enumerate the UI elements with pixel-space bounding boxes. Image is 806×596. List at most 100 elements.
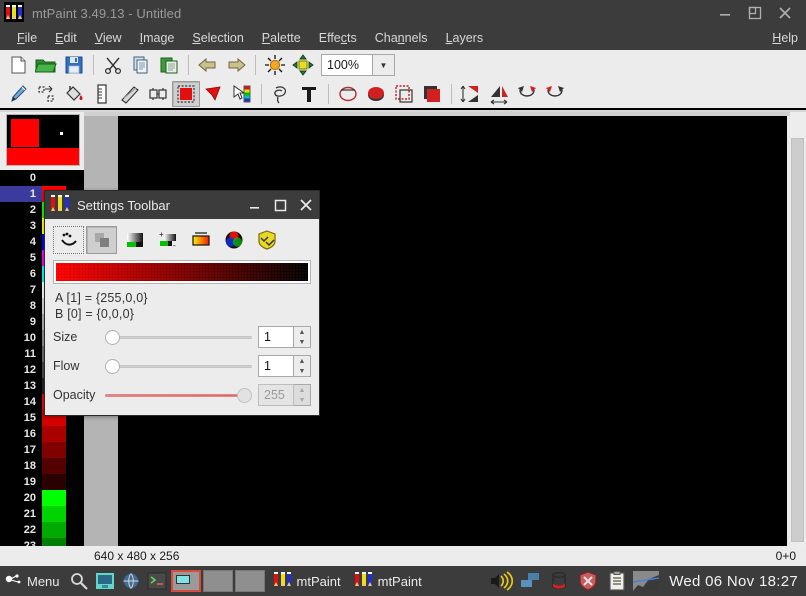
palette-swatch[interactable]	[42, 442, 66, 458]
canvas-vertical-scrollbar[interactable]	[790, 112, 806, 546]
palette-swatch[interactable]	[42, 170, 66, 186]
flood-fill-icon[interactable]	[60, 81, 88, 107]
continuous-mode-icon[interactable]	[53, 226, 84, 254]
shuffle-icon[interactable]	[32, 81, 60, 107]
chevron-down-icon[interactable]: ▼	[373, 54, 395, 76]
menu-file[interactable]: File	[8, 29, 46, 47]
flow-slider-knob[interactable]	[105, 359, 120, 374]
gradient-preview[interactable]	[53, 260, 311, 284]
gradient-place-icon[interactable]: + -	[152, 226, 183, 254]
size-value[interactable]: 1	[258, 326, 294, 348]
cut-scissors-icon[interactable]	[99, 52, 127, 78]
palette-entry[interactable]: 19	[0, 474, 84, 490]
gradient-bar-icon[interactable]	[185, 226, 216, 254]
gradient-mode-icon[interactable]	[119, 226, 150, 254]
scrollbar-thumb[interactable]	[791, 138, 804, 542]
rotate-anticlockwise-icon[interactable]	[541, 81, 569, 107]
desktop-2[interactable]	[202, 570, 233, 592]
outline-selection-icon[interactable]	[390, 81, 418, 107]
polygon-selection-icon[interactable]	[200, 81, 228, 107]
size-spin-arrows[interactable]: ▲ ▼	[294, 326, 311, 348]
palette-entry[interactable]: 20	[0, 490, 84, 506]
spin-up-icon[interactable]: ▲	[299, 329, 306, 336]
spin-down-icon[interactable]: ▼	[299, 368, 306, 375]
brightness-sun-icon[interactable]	[261, 52, 289, 78]
globe-browser-icon[interactable]	[118, 568, 144, 594]
pan-move-icon[interactable]	[289, 52, 317, 78]
volume-speaker-icon[interactable]	[488, 568, 514, 594]
minimize-button[interactable]	[241, 191, 267, 219]
search-icon[interactable]	[66, 568, 92, 594]
system-monitor-graph-icon[interactable]	[633, 568, 660, 594]
flow-slider[interactable]	[105, 355, 252, 377]
ellipse-filled-icon[interactable]	[362, 81, 390, 107]
clipboard-icon[interactable]	[604, 568, 630, 594]
opacity-slider[interactable]	[105, 384, 252, 406]
flow-spinner[interactable]: 1 ▲ ▼	[258, 355, 311, 377]
menu-layers[interactable]: Layers	[437, 29, 493, 47]
close-button[interactable]	[770, 0, 800, 26]
menu-image[interactable]: Image	[131, 29, 184, 47]
settings-toolbar-dialog[interactable]: Settings Toolbar + - A [1] = {255,0,0} B…	[44, 190, 320, 416]
spin-down-icon[interactable]: ▼	[299, 339, 306, 346]
palette-entry[interactable]: 22	[0, 522, 84, 538]
taskbar-window-mtpaint-2[interactable]: mtPaint	[349, 568, 428, 594]
opacity-slider-knob[interactable]	[237, 388, 252, 403]
smudge-icon[interactable]	[116, 81, 144, 107]
menu-edit[interactable]: Edit	[46, 29, 86, 47]
menu-view[interactable]: View	[86, 29, 131, 47]
size-slider[interactable]	[105, 326, 252, 348]
ellipse-outline-icon[interactable]	[334, 81, 362, 107]
palette-swatch[interactable]	[42, 458, 66, 474]
colour-preview[interactable]	[6, 114, 80, 166]
disk-usage-icon[interactable]	[546, 568, 572, 594]
redo-arrow-icon[interactable]	[222, 52, 250, 78]
start-menu-button[interactable]: Menu	[0, 571, 66, 592]
new-icon[interactable]	[4, 52, 32, 78]
palette-swatch[interactable]	[42, 522, 66, 538]
lasso-icon[interactable]	[267, 81, 295, 107]
spin-up-icon[interactable]: ▲	[299, 358, 306, 365]
rotate-clockwise-icon[interactable]	[513, 81, 541, 107]
palette-swatch[interactable]	[42, 538, 66, 546]
flip-vertical-icon[interactable]	[457, 81, 485, 107]
clone-icon[interactable]	[144, 81, 172, 107]
menu-channels[interactable]: Channels	[366, 29, 437, 47]
menu-help[interactable]: Help	[763, 29, 806, 47]
size-slider-knob[interactable]	[105, 330, 120, 345]
place-gradient-icon[interactable]	[228, 81, 256, 107]
masking-shield-icon[interactable]	[251, 226, 282, 254]
menu-effects[interactable]: Effects	[310, 29, 366, 47]
palette-swatch[interactable]	[42, 426, 66, 442]
zoom-value[interactable]: 100%	[321, 54, 373, 76]
menu-palette[interactable]: Palette	[253, 29, 310, 47]
palette-entry[interactable]: 17	[0, 442, 84, 458]
opacity-blend-icon[interactable]	[86, 226, 117, 254]
paint-brush-icon[interactable]	[4, 81, 32, 107]
maximize-button[interactable]	[267, 191, 293, 219]
desktop-3[interactable]	[234, 570, 265, 592]
flip-horizontal-icon[interactable]	[485, 81, 513, 107]
antivirus-shield-icon[interactable]	[575, 568, 601, 594]
taskbar-window-mtpaint-1[interactable]: mtPaint	[268, 568, 347, 594]
palette-entry[interactable]: 18	[0, 458, 84, 474]
palette-entry[interactable]: 23	[0, 538, 84, 546]
menu-selection[interactable]: Selection	[183, 29, 252, 47]
palette-swatch[interactable]	[42, 506, 66, 522]
open-folder-icon[interactable]	[32, 52, 60, 78]
terminal-icon[interactable]	[144, 568, 170, 594]
maximize-button[interactable]	[740, 0, 770, 26]
paste-text-icon[interactable]	[295, 81, 323, 107]
flow-value[interactable]: 1	[258, 355, 294, 377]
save-floppy-icon[interactable]	[60, 52, 88, 78]
palette-swatch[interactable]	[42, 474, 66, 490]
size-spinner[interactable]: 1 ▲ ▼	[258, 326, 311, 348]
palette-swatch[interactable]	[42, 490, 66, 506]
straight-line-icon[interactable]	[88, 81, 116, 107]
palette-entry[interactable]: 21	[0, 506, 84, 522]
fill-selection-icon[interactable]	[418, 81, 446, 107]
flow-spin-arrows[interactable]: ▲ ▼	[294, 355, 311, 377]
paste-icon[interactable]	[155, 52, 183, 78]
copy-icon[interactable]	[127, 52, 155, 78]
desktop-1[interactable]	[170, 570, 201, 592]
